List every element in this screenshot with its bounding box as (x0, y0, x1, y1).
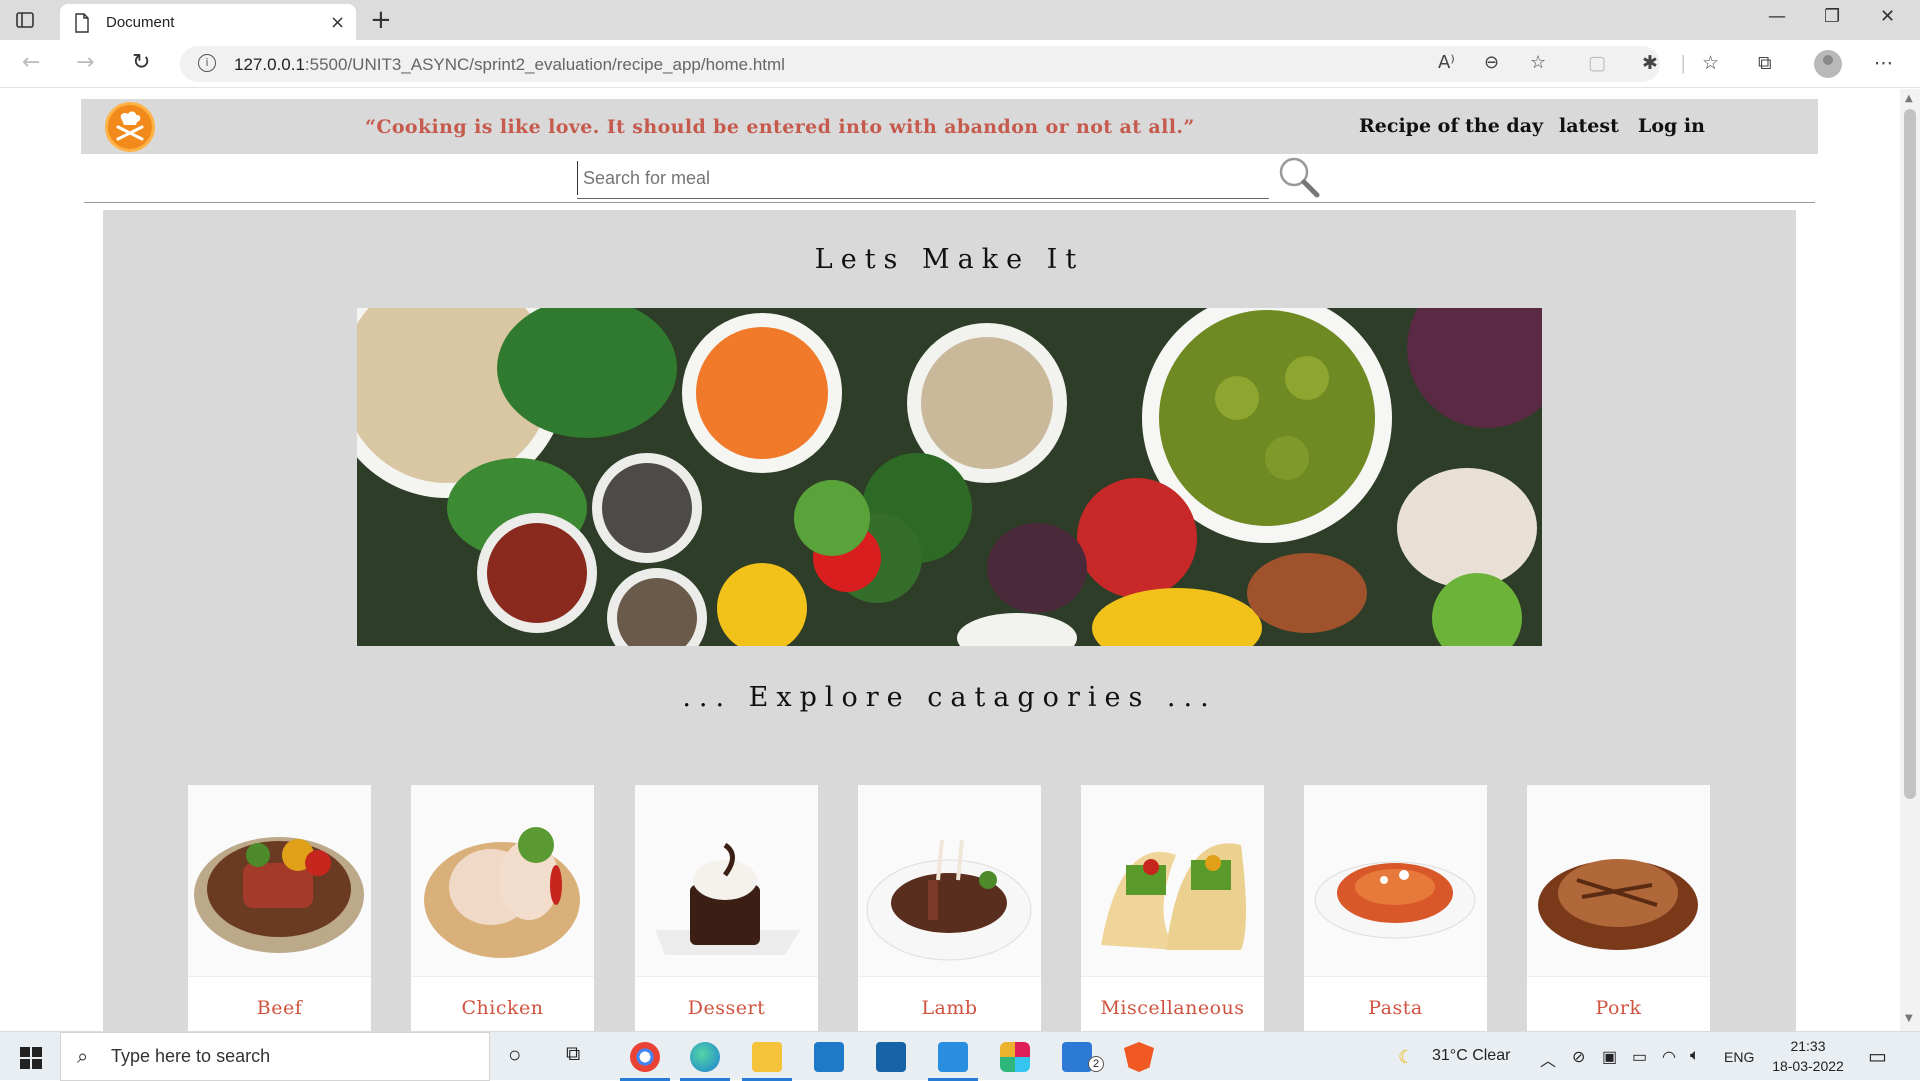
meal-search-input[interactable] (577, 161, 1217, 195)
dessert-image (635, 785, 818, 977)
device-icon[interactable]: ▣ (1602, 1047, 1617, 1067)
category-label: Lamb (921, 997, 978, 1019)
windows-start-icon[interactable] (20, 1047, 42, 1069)
scrollbar-thumb[interactable] (1904, 109, 1916, 799)
taskbar-search-box[interactable]: ⌕ Type here to search (60, 1032, 490, 1081)
favorites-icon[interactable]: ☆ (1702, 52, 1719, 74)
chef-logo-icon[interactable] (105, 102, 155, 152)
extension-placeholder-icon[interactable]: ▢ (1588, 52, 1606, 74)
category-label: Miscellaneous (1100, 997, 1245, 1019)
dell-icon[interactable] (876, 1042, 906, 1072)
toolbar-divider: | (1680, 52, 1687, 74)
category-card-lamb[interactable]: Lamb (858, 785, 1041, 1031)
category-card-chicken[interactable]: Chicken (411, 785, 594, 1031)
lamb-image (858, 785, 1041, 977)
moon-weather-icon: ☾ (1398, 1047, 1415, 1067)
category-card-beef[interactable]: Beef (188, 785, 371, 1031)
category-card-pasta[interactable]: Pasta (1304, 785, 1487, 1031)
scroll-down-icon[interactable]: ▼ (1905, 1013, 1913, 1024)
forward-icon[interactable]: → (76, 50, 94, 75)
main-panel: Lets Make It ... Explore catagories ... … (103, 210, 1796, 1031)
show-hidden-icons[interactable]: ︿ (1540, 1047, 1556, 1071)
taskbar-search-placeholder: Type here to search (111, 1046, 271, 1066)
close-tab-icon[interactable]: × (330, 12, 345, 33)
new-tab-button[interactable]: + (370, 5, 392, 35)
brave-icon[interactable] (1124, 1042, 1154, 1072)
pasta-image (1304, 785, 1487, 977)
language-indicator[interactable]: ENG (1724, 1049, 1754, 1065)
wifi-icon[interactable]: ◠ (1662, 1047, 1676, 1067)
more-menu-icon[interactable]: ⋯ (1874, 52, 1893, 74)
url-text: 127.0.0.1:5500/UNIT3_ASYNC/sprint2_evalu… (234, 55, 785, 74)
edge-icon[interactable] (690, 1042, 720, 1072)
tab-document[interactable]: Document × (60, 4, 356, 40)
collections-icon[interactable]: ⧉ (1758, 52, 1772, 74)
chrome-icon[interactable] (630, 1042, 660, 1072)
pork-image (1527, 785, 1710, 977)
page-viewport: “Cooking is like love. It should be ente… (0, 89, 1900, 1031)
category-card-miscellaneous[interactable]: Miscellaneous (1081, 785, 1264, 1031)
todo-icon[interactable] (1062, 1042, 1092, 1072)
meal-search (577, 157, 1269, 199)
todo-badge: 2 (1088, 1056, 1104, 1072)
system-clock[interactable]: 21:33 18-03-2022 (1768, 1036, 1848, 1076)
nav-recipe-of-the-day[interactable]: Recipe of the day (1359, 115, 1543, 137)
category-card-pork[interactable]: Pork (1527, 785, 1710, 1031)
tab-bar: Document × + — ❐ ✕ (0, 0, 1920, 40)
network-error-icon[interactable]: ⊘ (1572, 1047, 1585, 1067)
page-heading: Lets Make It (814, 244, 1085, 275)
mail-icon[interactable] (814, 1042, 844, 1072)
extensions-icon[interactable]: ✱ (1642, 52, 1658, 74)
back-icon[interactable]: ← (22, 50, 40, 75)
category-label: Beef (256, 997, 303, 1019)
site-header: “Cooking is like love. It should be ente… (81, 99, 1818, 154)
address-bar[interactable]: i 127.0.0.1:5500/UNIT3_ASYNC/sprint2_eva… (180, 46, 1660, 82)
nav-latest[interactable]: latest (1559, 115, 1619, 137)
miscellaneous-image (1081, 785, 1264, 977)
category-label: Dessert (687, 997, 766, 1019)
zoom-out-icon[interactable]: ⊖ (1484, 52, 1499, 73)
document-icon (74, 13, 90, 37)
explore-heading: ... Explore catagories ... (682, 682, 1217, 713)
beef-image (188, 785, 371, 977)
chicken-image (411, 785, 594, 977)
category-card-dessert[interactable]: Dessert (635, 785, 818, 1031)
notifications-icon[interactable]: ▭ (1868, 1044, 1887, 1069)
search-icon: ⌕ (77, 1044, 89, 1068)
favorite-add-icon[interactable]: ☆ (1530, 52, 1546, 73)
category-label: Pork (1595, 997, 1642, 1019)
site-info-icon[interactable]: i (198, 54, 216, 72)
windows-taskbar: ⌕ Type here to search ○ ⧉ 2 ☾ 31°C Clear… (0, 1031, 1920, 1081)
close-window-icon[interactable]: ✕ (1880, 6, 1895, 27)
weather-text[interactable]: 31°C Clear (1432, 1047, 1510, 1065)
category-label: Chicken (461, 997, 544, 1019)
search-icon[interactable] (1275, 153, 1323, 201)
refresh-icon[interactable]: ↻ (132, 50, 150, 75)
vegetables-banner-image (357, 308, 1542, 646)
scroll-up-icon[interactable]: ▲ (1905, 93, 1913, 104)
tab-actions-icon[interactable] (14, 9, 36, 31)
restore-icon[interactable]: ❐ (1824, 6, 1840, 27)
read-aloud-icon[interactable]: A⁾ (1438, 52, 1455, 73)
tab-title: Document (106, 14, 175, 31)
task-view-icon[interactable]: ⧉ (566, 1043, 580, 1066)
header-divider (84, 202, 1815, 203)
site-quote: “Cooking is like love. It should be ente… (365, 116, 1195, 138)
address-toolbar: ← → ↻ i 127.0.0.1:5500/UNIT3_ASYNC/sprin… (0, 40, 1920, 88)
file-explorer-icon[interactable] (752, 1042, 782, 1072)
slack-icon[interactable] (1000, 1042, 1030, 1072)
minimize-icon[interactable]: — (1768, 6, 1786, 27)
clock-time: 21:33 (1790, 1038, 1826, 1054)
nav-log-in[interactable]: Log in (1638, 115, 1705, 137)
cortana-icon[interactable]: ○ (508, 1042, 521, 1068)
volume-icon[interactable]: 🔈︎ (1690, 1047, 1700, 1065)
vscode-icon[interactable] (938, 1042, 968, 1072)
page-scrollbar[interactable]: ▲ ▼ (1900, 89, 1920, 1031)
battery-icon[interactable]: ▭ (1632, 1047, 1647, 1067)
clock-date: 18-03-2022 (1772, 1058, 1844, 1074)
category-label: Pasta (1368, 997, 1423, 1019)
profile-avatar[interactable] (1814, 50, 1842, 78)
